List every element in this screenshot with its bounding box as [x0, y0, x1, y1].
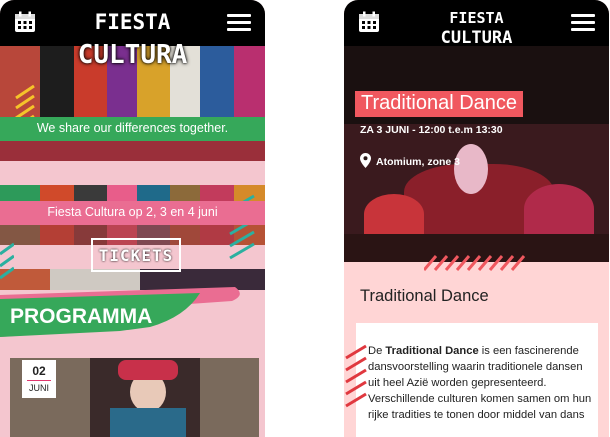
hero-title: Traditional Dance: [355, 91, 524, 117]
programma-title: PROGRAMMA: [10, 305, 153, 328]
event-heading: Traditional Dance: [360, 287, 489, 305]
event-location: Atomium, zone 3: [376, 156, 461, 168]
tickets-button[interactable]: TICKETS: [91, 238, 181, 272]
event-description: De Traditional Dance is een fascinerende…: [368, 345, 592, 421]
event-month: JUNI: [29, 383, 49, 393]
event-date-badge: 02 JUNI: [22, 360, 56, 398]
event-detail-screen: Traditional Dance ZA 3 JUNI - 12:00 t.e.…: [344, 0, 609, 437]
location-pin-icon: [360, 153, 371, 168]
decorative-stripes: [424, 255, 526, 271]
dates-text: Fiesta Cultura op 2, 3 en 4 juni: [47, 205, 218, 219]
event-datetime: ZA 3 JUNI - 12:00 t.e.m 13:30: [360, 124, 503, 136]
logo-cultura[interactable]: CULTURA: [344, 30, 609, 47]
tagline-band: We share our differences together.: [0, 117, 265, 141]
home-screen: We share our differences together. Fiest…: [0, 0, 265, 437]
dates-band: Fiesta Cultura op 2, 3 en 4 juni: [0, 201, 265, 225]
tagline-text: We share our differences together.: [36, 121, 229, 135]
logo-fiesta[interactable]: FIESTA: [344, 11, 609, 26]
event-day: 02: [32, 364, 46, 378]
logo-fiesta[interactable]: FIESTA: [0, 12, 265, 33]
description-highlight: Traditional Dance: [385, 345, 479, 357]
logo-cultura[interactable]: CULTURA: [0, 42, 265, 68]
description-stripes: [345, 344, 367, 408]
event-hero-image: [344, 44, 609, 262]
